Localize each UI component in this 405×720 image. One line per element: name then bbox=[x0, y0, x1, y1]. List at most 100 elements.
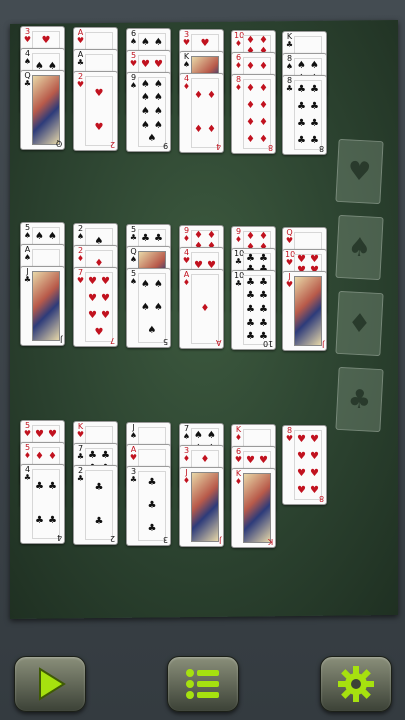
card-pip-icon: ♦ bbox=[246, 231, 255, 243]
playing-card[interactable]: J ♥ J bbox=[282, 271, 327, 351]
card-corner-index: 4 ♠ bbox=[23, 50, 32, 66]
card-pip-icon: ♠ bbox=[141, 119, 150, 131]
playing-card[interactable]: 5 ♠ ♠ ♠ ♠ ♠ ♠ 5 bbox=[126, 268, 171, 348]
card-suit-icon: ♣ bbox=[76, 58, 85, 67]
playing-card[interactable]: 7 ♥ ♥ ♥ ♥ ♥ ♥ ♥ ♥ 7 bbox=[73, 267, 118, 347]
card-pip-icon: ♥ bbox=[297, 484, 306, 496]
card-corner-index: 10 ♣ bbox=[234, 272, 244, 288]
card-pip-icon: ♦ bbox=[246, 82, 255, 94]
card-rank: 8 bbox=[318, 144, 324, 153]
foundation-suit-icon: ♠ bbox=[347, 231, 372, 264]
tableau-pile[interactable]: K♣♣8♠♠♠♠♠♠♠♠♠8♣♣♣♣♣♣♣♣♣8 bbox=[282, 31, 327, 155]
foundation-slot[interactable]: ♠ bbox=[335, 214, 384, 281]
settings-button[interactable] bbox=[320, 656, 392, 712]
playing-card[interactable]: 4 ♣ ♣ ♣ ♣ ♣ 4 bbox=[20, 464, 65, 544]
card-suit-icon: ♠ bbox=[182, 432, 191, 441]
card-suit-icon: ♥ bbox=[285, 434, 294, 443]
card-corner-index: Q ♠ bbox=[129, 248, 138, 264]
card-suit-icon: ♠ bbox=[23, 231, 32, 240]
play-button[interactable] bbox=[14, 656, 86, 712]
foundation-slot[interactable]: ♣ bbox=[335, 366, 384, 433]
court-card-portrait bbox=[243, 473, 271, 543]
card-suit-icon: ♥ bbox=[182, 38, 191, 47]
playing-card[interactable]: A ♦ ♦ A bbox=[179, 269, 224, 349]
card-rank: 7 bbox=[109, 336, 115, 345]
card-pip-icon: ♥ bbox=[88, 275, 97, 287]
menu-button[interactable] bbox=[167, 656, 239, 712]
card-suit-icon: ♥ bbox=[23, 35, 32, 44]
card-suit-icon: ♦ bbox=[234, 477, 243, 486]
card-suit-icon: ♥ bbox=[23, 429, 32, 438]
playing-card[interactable]: J ♦ J bbox=[179, 467, 224, 547]
tableau-pile[interactable]: K♥♥7♣♣♣♣♣♣♣♣2♣♣♣2 bbox=[73, 421, 118, 545]
card-pip-icon: ♠ bbox=[194, 429, 203, 441]
tableau-pile[interactable]: 8 ♥ ♥ ♥ ♥ ♥ ♥ ♥ ♥ ♥ 8 bbox=[282, 425, 327, 538]
tableau-pile[interactable]: J♠♠A♥♥3♣♣♣♣3 bbox=[126, 422, 171, 546]
playing-card[interactable]: Q ♣ Q bbox=[20, 70, 65, 150]
playing-card[interactable]: 8 ♣ ♣ ♣ ♣ ♣ ♣ ♣ ♣ ♣ 8 bbox=[282, 75, 327, 155]
tableau-pile[interactable]: 5♠♠♠♠♠♠A♠♠J♣J bbox=[20, 222, 65, 346]
playing-card[interactable]: 2 ♣ ♣ ♣ 2 bbox=[73, 465, 118, 545]
card-rank: J bbox=[59, 335, 62, 344]
card-corner-index: 3 ♦ bbox=[182, 447, 191, 463]
card-suit-icon: ♠ bbox=[129, 431, 138, 440]
card-suit-icon: ♠ bbox=[23, 253, 32, 262]
playing-card[interactable]: J ♣ J bbox=[20, 266, 65, 346]
card-suit-icon: ♦ bbox=[182, 234, 191, 243]
card-suit-icon: ♣ bbox=[234, 279, 243, 288]
tableau-pile[interactable]: 5♥♥♥♥♥♥5♦♦♦♦♦♦4♣♣♣♣♣4 bbox=[20, 420, 65, 544]
tableau-pile[interactable]: K♦♦6♥♥♥♥♥♥♥K♦K bbox=[231, 424, 276, 548]
card-corner-index: 2 ♠ bbox=[76, 225, 85, 241]
tableau-pile[interactable]: 7♠♠♠♠♠♠♠♠3♦♦♦♦J♦J bbox=[179, 423, 224, 547]
foundation-slot[interactable]: ♥ bbox=[335, 138, 384, 205]
card-pips: ♦ ♦ ♦ ♦ ♦ ♦ ♦ ♦ bbox=[243, 79, 271, 149]
card-corner-index: K ♥ bbox=[76, 423, 85, 439]
playing-card[interactable]: 10 ♣ ♣ ♣ ♣ ♣ ♣ ♣ ♣ ♣ ♣ ♣ 10 bbox=[231, 270, 276, 350]
tableau-pile[interactable]: 5♣♣♣♣♣♣Q♠5♠♠♠♠♠♠5 bbox=[126, 224, 171, 348]
card-corner-index: A ♣ bbox=[76, 51, 85, 67]
tableau-pile[interactable]: A♥♥A♣♣2♥♥♥2 bbox=[73, 27, 118, 151]
card-corner-index: 6 ♠ bbox=[129, 30, 138, 46]
playing-card[interactable]: 2 ♥ ♥ ♥ 2 bbox=[73, 71, 118, 151]
card-corner-index: J ♦ bbox=[182, 469, 191, 485]
card-suit-icon: ♣ bbox=[23, 473, 32, 482]
tableau-pile[interactable]: 9♦♦♦♦♦♦♦♦♦♦4♥♥♥♥♥A♦♦A bbox=[179, 225, 224, 349]
card-corner-index: 4 ♦ bbox=[182, 75, 191, 91]
card-pip-icon: ♦ bbox=[35, 450, 44, 462]
playing-card[interactable]: K ♦ K bbox=[231, 468, 276, 548]
card-pips: ♠ ♠ ♠ ♠ ♠ ♠ ♠ ♠ ♠ bbox=[138, 77, 166, 147]
playing-card[interactable]: 8 ♦ ♦ ♦ ♦ ♦ ♦ ♦ ♦ ♦ 8 bbox=[231, 74, 276, 154]
tableau-pile[interactable]: 3♥♥♥♥4♠♠♠♠♠Q♣Q bbox=[20, 26, 65, 150]
tableau-pile[interactable]: Q♥♥10♥♥♥♥♥♥♥♥♥♥♥J♥J bbox=[282, 227, 327, 351]
card-suit-icon: ♦ bbox=[182, 454, 191, 463]
card-pip-icon: ♣ bbox=[94, 516, 104, 527]
card-rank: 4 bbox=[215, 142, 221, 151]
playing-card[interactable]: 3 ♣ ♣ ♣ ♣ 3 bbox=[126, 466, 171, 546]
card-corner-index: 5 ♠ bbox=[129, 270, 138, 286]
card-pip-icon: ♦ bbox=[246, 35, 255, 47]
tableau-pile[interactable]: 9♦♦♦♦♦♦♦♦♦♦10♣♣♣♣♣♣♣♣♣♣♣10♣♣♣♣♣♣♣♣♣♣♣10 bbox=[231, 226, 276, 350]
card-pip-icon: ♠ bbox=[141, 78, 150, 90]
card-pips: ♣ ♣ bbox=[85, 470, 113, 540]
tableau-pile[interactable]: 6♠♠♠♠♠♠♠5♥♥♥♥♥♥9♠♠♠♠♠♠♠♠♠♠9 bbox=[126, 28, 171, 152]
tableau-pile[interactable]: 3♥♥♥♥K♠4♦♦♦♦♦4 bbox=[179, 29, 224, 153]
playing-card[interactable]: 9 ♠ ♠ ♠ ♠ ♠ ♠ ♠ ♠ ♠ ♠ 9 bbox=[126, 72, 171, 152]
tableau-pile[interactable]: 10♦♦♦♦♦♦♦♦♦♦♦6♦♦♦♦♦♦♦8♦♦♦♦♦♦♦♦♦8 bbox=[231, 30, 276, 154]
card-pip-icon: ♠ bbox=[297, 59, 306, 71]
card-suit-icon: ♣ bbox=[285, 84, 294, 93]
playing-card[interactable]: 4 ♦ ♦ ♦ ♦ ♦ 4 bbox=[179, 73, 224, 153]
card-suit-icon: ♥ bbox=[182, 256, 191, 265]
playing-card[interactable]: 8 ♥ ♥ ♥ ♥ ♥ ♥ ♥ ♥ ♥ 8 bbox=[282, 425, 327, 505]
card-rank: 2 bbox=[109, 534, 115, 543]
card-rank: 2 bbox=[109, 140, 115, 149]
card-pip-icon: ♠ bbox=[141, 301, 150, 313]
card-pips: ♣ ♣ ♣ ♣ ♣ ♣ ♣ ♣ bbox=[294, 80, 322, 150]
foundation-slot[interactable]: ♦ bbox=[335, 290, 384, 357]
tableau-pile[interactable]: 2♠♠♠2♦♦♦7♥♥♥♥♥♥♥♥7 bbox=[73, 223, 118, 347]
card-pip-icon: ♥ bbox=[310, 450, 319, 462]
card-corner-index: 3 ♥ bbox=[23, 28, 32, 44]
card-pip-icon: ♦ bbox=[259, 35, 268, 47]
card-pips: ♥ ♥ ♥ ♥ ♥ ♥ ♥ ♥ bbox=[294, 430, 322, 500]
card-pip-icon: ♣ bbox=[147, 522, 157, 534]
card-suit-icon: ♦ bbox=[182, 278, 191, 287]
